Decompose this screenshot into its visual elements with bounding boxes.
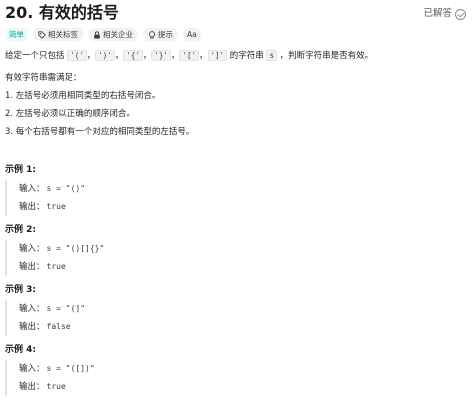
topics-label: 相关标签 — [48, 30, 78, 39]
condition-lead: 有效字符串需满足： — [5, 73, 82, 83]
rule-item: 3. 每个右括号都有一个对应的相同类型的左括号。 — [5, 127, 195, 137]
input-label: 输入： — [19, 184, 45, 194]
input-label: 输入： — [19, 304, 45, 314]
char-code: '}' — [151, 50, 171, 61]
example-title: 示例 3: — [5, 285, 36, 295]
example-input: 输入： s = "(]" — [19, 300, 165, 318]
input-value: s = "()[]{}" — [46, 244, 105, 253]
example-output: 输出： true — [19, 198, 165, 216]
output-value: false — [46, 322, 71, 331]
example-title: 示例 1: — [5, 165, 36, 175]
example-block: 输入： s = "([])" 输出： true — [5, 360, 165, 396]
input-value: s = "(]" — [46, 304, 86, 313]
companies-button[interactable]: 相关企业 — [88, 28, 138, 41]
solved-label: 已解答 — [423, 8, 452, 19]
output-value: true — [46, 262, 66, 271]
intro-text: ，判断字符串是否有效。 — [276, 51, 374, 61]
example-output: 输出： true — [19, 378, 165, 396]
example-block: 输入： s = "(]" 输出： false — [5, 300, 165, 336]
var-code: s — [266, 50, 277, 61]
char-code: ']' — [207, 50, 228, 61]
intro-text: 的字符串 — [227, 51, 267, 61]
topics-button[interactable]: 相关标签 — [33, 28, 83, 41]
example-title: 示例 4: — [5, 345, 36, 355]
intro-text: 给定一个只包括 — [5, 51, 68, 61]
input-label: 输入： — [19, 244, 45, 254]
problem-header: 20. 有效的括号 已解答 — [5, 3, 466, 25]
example-input: 输入： s = "()[]{}" — [19, 240, 165, 258]
hint-button[interactable]: 提示 — [143, 28, 178, 41]
example-block: 输入： s = "()" 输出： true — [5, 180, 165, 216]
example-title: 示例 2: — [5, 225, 36, 235]
output-value: true — [46, 202, 66, 211]
rule-item: 1. 左括号必须用相同类型的右括号闭合。 — [5, 91, 161, 101]
companies-label: 相关企业 — [103, 30, 133, 39]
example-block: 输入： s = "()[]{}" 输出： true — [5, 240, 165, 276]
example-output: 输出： true — [19, 258, 165, 276]
problem-title: 20. 有效的括号 — [5, 3, 119, 22]
lock-icon — [94, 30, 100, 39]
output-value: true — [46, 382, 66, 391]
tag-icon — [38, 30, 46, 39]
font-size-icon: Aa — [187, 30, 197, 39]
difficulty-badge: 简单 — [5, 28, 28, 41]
separator: ， — [199, 51, 208, 61]
example-input: 输入： s = "([])" — [19, 360, 165, 378]
separator: ， — [86, 51, 96, 61]
example-input: 输入： s = "()" — [19, 180, 165, 198]
char-code: '(' — [67, 50, 87, 61]
output-label: 输出： — [19, 262, 45, 272]
problem-intro: 给定一个只包括 '('， ')'， '{'， '}'， '['， ']' 的字符串 s ，… — [5, 50, 373, 62]
rule-item: 2. 左括号必须以正确的顺序闭合。 — [5, 109, 135, 119]
example-output: 输出： false — [19, 318, 165, 336]
input-label: 输入： — [19, 364, 45, 374]
lightbulb-icon — [149, 30, 155, 39]
output-label: 输出： — [19, 202, 45, 212]
input-value: s = "()" — [46, 184, 86, 193]
hint-label: 提示 — [158, 30, 173, 39]
input-value: s = "([])" — [46, 364, 95, 373]
tag-bar: 简单 相关标签 相关企业 提示 Aa — [5, 28, 201, 41]
output-label: 输出： — [19, 382, 45, 392]
output-label: 输出： — [19, 322, 45, 332]
char-code: ')' — [95, 50, 115, 61]
char-code: '[' — [179, 50, 199, 61]
char-code: '{' — [123, 50, 143, 61]
solved-status: 已解答 — [423, 8, 466, 20]
check-circle-icon — [455, 8, 466, 20]
font-size-button[interactable]: Aa — [183, 28, 201, 41]
